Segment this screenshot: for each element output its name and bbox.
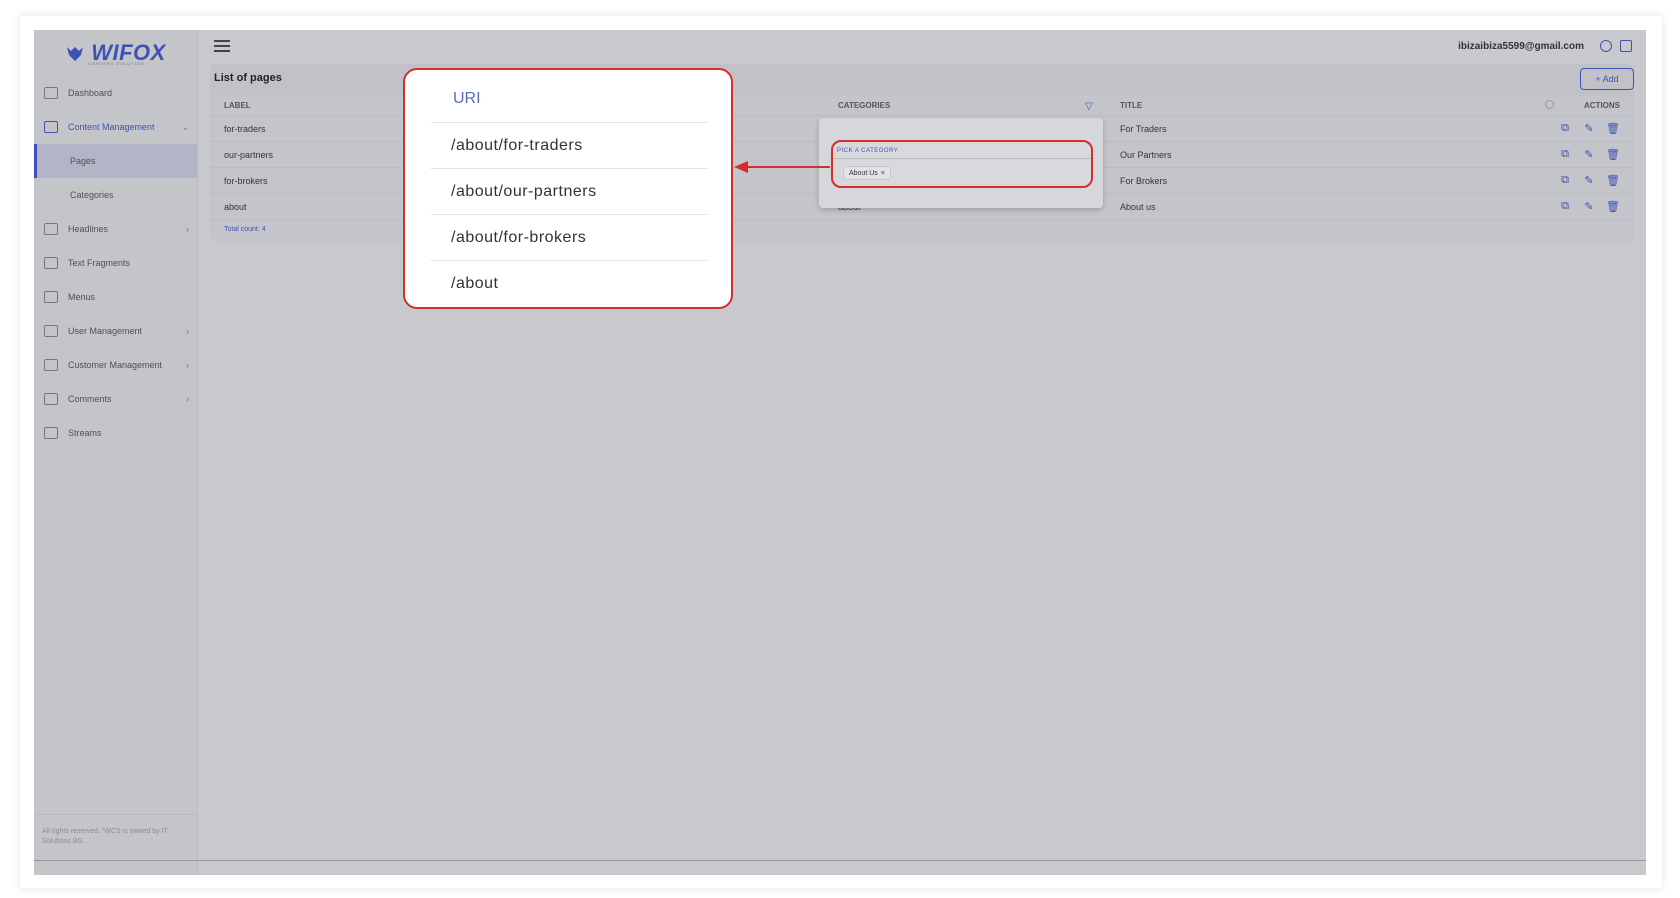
row-title: For Brokers [1120,175,1168,186]
uri-item: /about/for-brokers [431,214,707,260]
copy-icon[interactable]: ⧉ [1558,174,1572,188]
add-page-button[interactable]: + Add [1580,68,1634,90]
chevron-right-icon: › [186,224,189,234]
copy-icon[interactable]: ⧉ [1558,122,1572,136]
row-label: our-partners [224,149,274,160]
comments-icon [44,393,58,405]
row-actions: ⧉ ✎ 🗑 [1548,194,1620,219]
sidebar-divider [34,814,198,815]
copy-icon[interactable]: ⧉ [1558,148,1572,162]
customers-icon [44,359,58,371]
dashboard-icon [44,87,58,99]
callout-arrow [734,161,830,173]
uri-item: /about/our-partners [431,168,707,214]
menus-icon [44,291,58,303]
row-actions: ⧉ ✎ 🗑 [1548,142,1620,167]
sidebar-item-label: Customer Management [68,360,163,370]
hamburger-menu-icon[interactable] [214,40,230,52]
sidebar-item-label: Comments [68,394,112,404]
chevron-right-icon: › [186,394,189,404]
sidebar-item-user-management[interactable]: User Management › [34,314,197,348]
sidebar-subitem-pages[interactable]: Pages [34,144,197,178]
page-title: List of pages [214,72,282,84]
chevron-down-icon: ⌄ [181,121,189,132]
category-picker-label: PICK A CATEGORY [837,148,899,154]
uri-item: /about/for-traders [431,122,707,168]
sidebar-item-label: User Management [68,326,143,336]
streams-icon [44,427,58,439]
sidebar-item-label: Headlines [68,224,109,234]
edit-icon[interactable]: ✎ [1582,174,1596,188]
column-header-label[interactable]: LABEL [224,96,251,115]
column-header-categories[interactable]: CATEGORIES [838,96,890,115]
copyright-note: All rights reserved. "WCS is owned by IT… [42,828,168,845]
sidebar-item-content-management[interactable]: Content Management ⌄ [34,110,197,144]
uri-callout: URI /about/for-traders /about/our-partne… [403,68,733,309]
logo[interactable]: WIFOX CONTENT SOLUTION [34,30,197,76]
sidebar-item-headlines[interactable]: Headlines › [34,212,197,246]
chevron-right-icon: › [186,326,189,336]
edit-icon[interactable]: ✎ [1582,148,1596,162]
search-icon[interactable] [1545,100,1554,109]
chip-remove-icon[interactable]: × [881,170,885,177]
delete-icon[interactable]: 🗑 [1606,122,1620,136]
sidebar-item-comments[interactable]: Comments › [34,382,197,416]
column-header-title[interactable]: TITLE [1120,96,1142,115]
category-chip-label: About Us [849,169,878,177]
sidebar-item-text-fragments[interactable]: Text Fragments [34,246,197,280]
users-icon [44,325,58,337]
logout-icon[interactable] [1620,40,1632,52]
user-email[interactable]: ibizaibiza5599@gmail.com [1458,41,1584,52]
sidebar-item-menus[interactable]: Menus [34,280,197,314]
delete-icon[interactable]: 🗑 [1606,148,1620,162]
top-bar: ibizaibiza5599@gmail.com [198,30,1646,64]
sidebar-subitem-categories[interactable]: Categories [34,178,197,212]
category-picker-divider [833,158,1091,159]
bottom-divider [34,860,1646,861]
column-header-actions: ACTIONS [1584,101,1620,110]
edit-icon[interactable]: ✎ [1582,200,1596,214]
sidebar-item-label: Streams [68,428,102,438]
callout-header: URI [453,90,481,107]
sidebar-item-dashboard[interactable]: Dashboard [34,76,197,110]
category-chip[interactable]: About Us × [843,166,891,180]
sidebar: WIFOX CONTENT SOLUTION Dashboard Content… [34,30,198,875]
edit-icon[interactable]: ✎ [1582,122,1596,136]
row-label: for-traders [224,123,266,134]
settings-icon[interactable] [1600,40,1612,52]
copy-icon[interactable]: ⧉ [1558,200,1572,214]
filter-icon[interactable]: ▽ [1085,101,1093,112]
sidebar-item-label: Content Management [68,122,155,132]
logo-subtitle: CONTENT SOLUTION [88,61,145,66]
delete-icon[interactable]: 🗑 [1606,200,1620,214]
row-label: about [224,201,247,212]
wolf-logo-icon [65,45,85,61]
row-title: Our Partners [1120,149,1172,160]
row-label: for-brokers [224,175,268,186]
row-actions: ⧉ ✎ 🗑 [1548,116,1620,141]
text-icon [44,257,58,269]
total-count: Total count: 4 [224,226,266,233]
sidebar-item-label: Menus [68,292,96,302]
category-filter-popup: PICK A CATEGORY About Us × [819,118,1103,208]
uri-item: /about [431,260,707,306]
category-picker-field[interactable]: PICK A CATEGORY About Us × [831,140,1093,188]
sidebar-item-label: Text Fragments [68,258,131,268]
headlines-icon [44,223,58,235]
chevron-right-icon: › [186,360,189,370]
row-actions: ⧉ ✎ 🗑 [1548,168,1620,193]
delete-icon[interactable]: 🗑 [1606,174,1620,188]
sidebar-item-customer-management[interactable]: Customer Management › [34,348,197,382]
content-icon [44,121,58,133]
sidebar-item-label: Dashboard [68,88,113,98]
row-title: About us [1120,201,1156,212]
sidebar-item-streams[interactable]: Streams [34,416,197,450]
row-title: For Traders [1120,123,1167,134]
